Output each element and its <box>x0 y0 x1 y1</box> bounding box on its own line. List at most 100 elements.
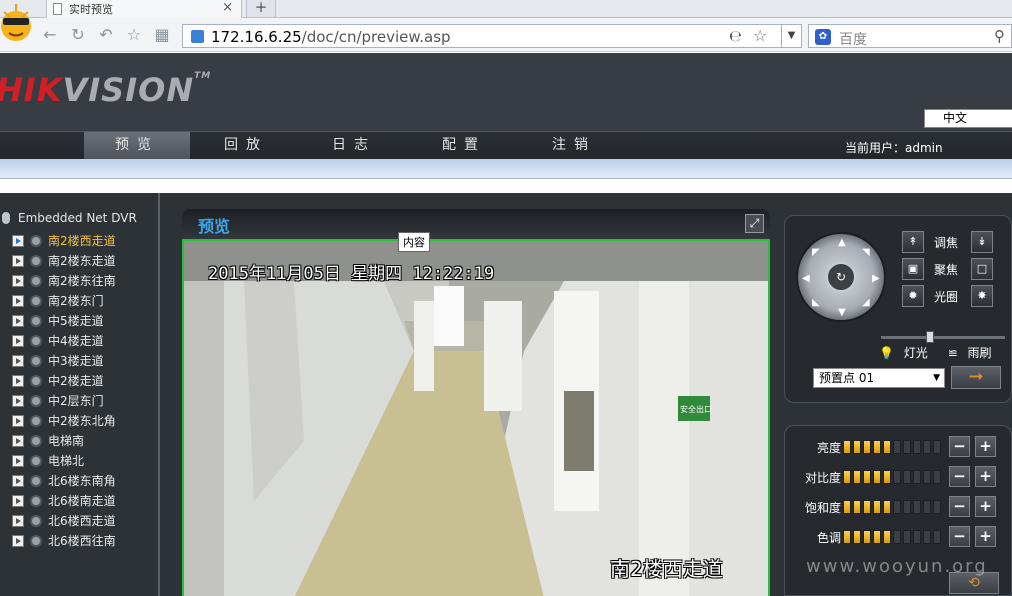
back-icon[interactable]: ← <box>40 25 60 45</box>
play-icon[interactable] <box>12 335 24 347</box>
light-label[interactable]: 灯光 <box>904 346 928 360</box>
ptz-auto-icon[interactable]: ↻ <box>826 262 856 292</box>
camera-item[interactable]: 中2楼东北角 <box>10 411 116 431</box>
camera-item[interactable]: 南2楼东门 <box>10 291 116 311</box>
video-window[interactable]: 安全出口 2015年11月05日 星期四 12:22:19 南2楼西走道 <box>182 239 770 596</box>
menu-playback[interactable]: 回放 <box>193 132 299 159</box>
increase-button[interactable]: + <box>975 466 996 487</box>
address-dropdown-icon[interactable]: ▼ <box>781 25 801 47</box>
wiper-label[interactable]: 雨刷 <box>968 346 992 360</box>
adjust-row: 饱和度 − + <box>785 496 1012 518</box>
focus-far-icon[interactable]: □ <box>971 258 993 280</box>
menu-preview[interactable]: 预览 <box>84 132 190 159</box>
address-bar[interactable]: 172.16.6.25/doc/cn/preview.asp ℮ ☆ ▼ <box>182 24 802 48</box>
light-icon[interactable]: 💡 <box>879 346 894 360</box>
play-icon[interactable] <box>12 435 24 447</box>
camera-item[interactable]: 电梯南 <box>10 431 116 451</box>
wiper-icon[interactable]: ≌ <box>948 346 958 360</box>
play-icon[interactable] <box>12 355 24 367</box>
browser-tab[interactable]: 实时预览 × <box>46 0 242 18</box>
browser-logo-icon[interactable] <box>0 0 36 48</box>
fullscreen-icon[interactable]: ⤢ <box>745 214 764 233</box>
camera-item[interactable]: 南2楼西走道 <box>10 231 116 251</box>
camera-item[interactable]: 中2层东门 <box>10 391 116 411</box>
zoom-out-icon[interactable]: ↡ <box>971 231 993 253</box>
zoom-in-icon[interactable]: ↟ <box>902 231 924 253</box>
decrease-button[interactable]: − <box>949 496 970 517</box>
play-icon[interactable] <box>12 275 24 287</box>
camera-label: 中4楼走道 <box>48 334 104 348</box>
camera-status-icon <box>30 395 42 407</box>
iris-close-icon[interactable]: ✸ <box>971 285 993 307</box>
mic-icon[interactable] <box>2 212 10 224</box>
preview-title: 预览 <box>198 217 231 236</box>
slider-knob[interactable] <box>926 331 934 343</box>
play-icon[interactable] <box>12 255 24 267</box>
tab-close-icon[interactable]: × <box>222 0 233 15</box>
undo-icon[interactable]: ↶ <box>96 25 116 45</box>
preview-panel: 预览 ⤢ 内容 安全出口 2015年11月05日 星期四 12:22:19 南2… <box>182 209 770 596</box>
focus-near-icon[interactable]: ▣ <box>902 258 924 280</box>
play-icon[interactable] <box>12 375 24 387</box>
url-text[interactable]: 172.16.6.25/doc/cn/preview.asp <box>211 28 451 46</box>
camera-item[interactable]: 南2楼东走道 <box>10 251 116 271</box>
menu-config[interactable]: 配置 <box>411 132 517 159</box>
camera-item[interactable]: 中2楼走道 <box>10 371 116 391</box>
search-box[interactable]: ✿ 百度 ⚲ <box>808 24 1012 48</box>
apps-grid-icon[interactable]: ▦ <box>152 25 172 45</box>
favorite-star-icon[interactable]: ☆ <box>124 25 144 45</box>
play-icon[interactable] <box>12 515 24 527</box>
level-meter <box>843 470 943 487</box>
play-icon[interactable] <box>12 315 24 327</box>
ptz-joystick[interactable]: ▲ ▼ ◀ ▶ ◤ ◥ ◣ ◢ ↻ <box>796 232 886 322</box>
ie-mode-icon[interactable]: ℮ <box>729 27 742 45</box>
ptz-left-icon[interactable]: ◀ <box>802 274 810 284</box>
ptz-downleft-icon[interactable]: ◣ <box>812 298 820 308</box>
menu-logout[interactable]: 注销 <box>521 132 627 159</box>
search-icon[interactable]: ⚲ <box>994 27 1005 45</box>
play-icon[interactable] <box>12 415 24 427</box>
play-icon[interactable] <box>12 395 24 407</box>
menu-log[interactable]: 日志 <box>301 132 407 159</box>
increase-button[interactable]: + <box>975 436 996 457</box>
ptz-down-icon[interactable]: ▼ <box>838 308 846 318</box>
ptz-upleft-icon[interactable]: ◤ <box>812 248 820 258</box>
refresh-icon[interactable]: ↻ <box>68 25 88 45</box>
decrease-button[interactable]: − <box>949 466 970 487</box>
camera-item[interactable]: 北6楼东南角 <box>10 471 116 491</box>
goto-preset-button[interactable]: ➞ <box>951 366 1001 389</box>
new-tab-button[interactable]: + <box>246 0 276 18</box>
increase-button[interactable]: + <box>975 496 996 517</box>
decrease-button[interactable]: − <box>949 436 970 457</box>
decrease-button[interactable]: − <box>949 526 970 547</box>
iris-open-icon[interactable]: ✹ <box>902 285 924 307</box>
camera-item[interactable]: 南2楼东往南 <box>10 271 116 291</box>
preset-select[interactable]: 预置点 01 ▼ <box>813 368 945 388</box>
play-icon[interactable] <box>12 535 24 547</box>
camera-item[interactable]: 北6楼西走道 <box>10 511 116 531</box>
level-segment <box>923 500 931 514</box>
increase-button[interactable]: + <box>975 526 996 547</box>
play-icon[interactable] <box>12 235 24 247</box>
ptz-upright-icon[interactable]: ◥ <box>862 248 870 258</box>
ptz-right-icon[interactable]: ▶ <box>872 274 880 284</box>
camera-item[interactable]: 中3楼走道 <box>10 351 116 371</box>
ptz-downright-icon[interactable]: ◢ <box>862 298 870 308</box>
camera-item[interactable]: 中5楼走道 <box>10 311 116 331</box>
play-icon[interactable] <box>12 295 24 307</box>
play-icon[interactable] <box>12 475 24 487</box>
adjust-row: 对比度 − + <box>785 466 1012 488</box>
camera-item[interactable]: 北6楼西往南 <box>10 531 116 551</box>
level-segment <box>863 500 871 514</box>
bookmark-star-icon[interactable]: ☆ <box>753 26 767 45</box>
camera-item[interactable]: 中4楼走道 <box>10 331 116 351</box>
camera-item[interactable]: 电梯北 <box>10 451 116 471</box>
preview-header: 预览 ⤢ <box>182 209 770 239</box>
camera-item[interactable]: 北6楼南走道 <box>10 491 116 511</box>
language-select[interactable]: 中文 <box>924 109 1012 128</box>
play-icon[interactable] <box>12 455 24 467</box>
app-header: HIKVISIONTM 中文 <box>0 53 1012 131</box>
ptz-speed-slider[interactable] <box>881 331 1005 343</box>
play-icon[interactable] <box>12 495 24 507</box>
ptz-up-icon[interactable]: ▲ <box>838 238 846 248</box>
